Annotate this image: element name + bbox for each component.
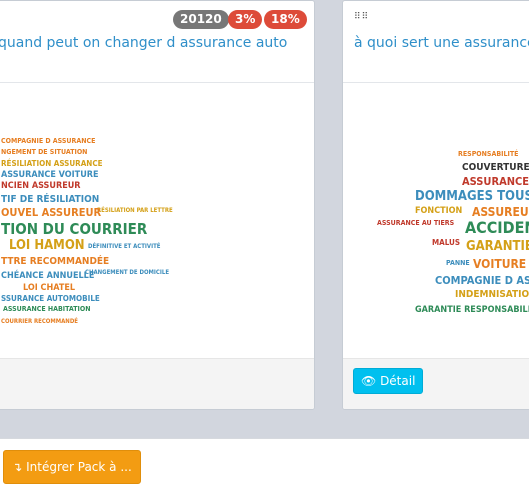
cloud-word: OUVEL ASSUREUR bbox=[1, 206, 102, 219]
cloud-word: FONCTION bbox=[415, 206, 463, 216]
keyword-card-a-quoi-sert: ⠿⠿ à quoi sert une assurance RESPONSABIL… bbox=[342, 0, 529, 410]
arrow-down-icon: ↴ bbox=[12, 460, 23, 474]
cloud-word: GARANTIE RESPONSABILIT bbox=[415, 305, 529, 315]
card-footer: 👁 Détail bbox=[343, 358, 529, 409]
search-volume-badge: 20120 bbox=[173, 10, 229, 29]
card-title[interactable]: à quoi sert une assurance bbox=[354, 35, 529, 51]
cloud-word: CHANGEMENT DE DOMICILE bbox=[85, 269, 170, 276]
cloud-word: NCIEN ASSUREUR bbox=[1, 181, 81, 191]
keyword-card-quand-peut-on-changer: 20120 3% 18% quand peut on changer d ass… bbox=[0, 0, 315, 410]
word-cloud: COMPAGNIE D ASSURANCE NGEMENT DE SITUATI… bbox=[0, 136, 314, 336]
cloud-word: CHÉANCE ANNUELLE bbox=[1, 271, 95, 281]
cloud-word: ASSURANCE AU TIERS bbox=[377, 219, 455, 227]
cloud-word: LOI CHATEL bbox=[23, 283, 76, 293]
cloud-word: ASSURANCE VOITURE bbox=[1, 170, 99, 180]
cloud-word: COMPAGNIE D AS bbox=[435, 274, 529, 287]
cloud-word: ACCIDEN bbox=[465, 218, 529, 237]
detail-label: Détail bbox=[380, 374, 416, 388]
detail-button[interactable]: 👁 Détail bbox=[353, 368, 424, 394]
card-footer bbox=[0, 358, 314, 409]
percent-badge-1: 3% bbox=[228, 10, 263, 29]
cloud-word: RESPONSABILITÉ bbox=[458, 150, 519, 158]
cloud-word: VOITURE bbox=[473, 257, 527, 271]
cloud-word: ASSUREUR bbox=[472, 205, 529, 219]
cloud-word: COMPAGNIE D ASSURANCE bbox=[1, 137, 96, 145]
card-header: 20120 3% 18% quand peut on changer d ass… bbox=[0, 1, 314, 83]
cloud-word: MALUS bbox=[432, 238, 461, 247]
cloud-word: TION DU COURRIER bbox=[1, 220, 148, 238]
cloud-word: PANNE bbox=[446, 259, 470, 267]
integrate-pack-button[interactable]: ↴ Intégrer Pack à ... bbox=[3, 450, 141, 484]
eye-icon: 👁 bbox=[361, 374, 377, 388]
cloud-word: ASSURANCE HABITATION bbox=[3, 305, 91, 313]
cloud-word: NGEMENT DE SITUATION bbox=[1, 148, 88, 156]
cloud-word: LOI HAMON bbox=[9, 238, 85, 253]
cloud-word: TTRE RECOMMANDÉE bbox=[1, 256, 110, 267]
cloud-word: COURRIER RECOMMANDÉ bbox=[1, 318, 78, 325]
integrate-pack-label: Intégrer Pack à ... bbox=[26, 460, 132, 474]
cloud-word: COUVERTURE bbox=[462, 162, 529, 173]
cloud-word: ASSURANCES bbox=[462, 175, 529, 188]
cloud-word: RÉSILIATION PAR LETTRE bbox=[97, 207, 173, 214]
cloud-word: DOMMAGES TOUS AC bbox=[415, 189, 529, 204]
cloud-word: RÉSILIATION ASSURANCE bbox=[1, 159, 103, 168]
card-title[interactable]: quand peut on changer d assurance auto bbox=[0, 35, 287, 51]
cloud-word: DÉFINITIVE ET ACTIVITÉ bbox=[88, 243, 161, 250]
cloud-word: TIF DE RÉSILIATION bbox=[1, 194, 100, 205]
card-header: ⠿⠿ à quoi sert une assurance bbox=[343, 1, 529, 83]
drag-handle-icon[interactable]: ⠿⠿ bbox=[354, 13, 372, 26]
cloud-word: GARANTIE bbox=[466, 239, 529, 254]
cloud-word: SSURANCE AUTOMOBILE bbox=[1, 294, 100, 303]
word-cloud: RESPONSABILITÉ COUVERTURE ASSURANCES DOM… bbox=[343, 149, 529, 329]
percent-badge-2: 18% bbox=[264, 10, 307, 29]
cloud-word: INDEMNISATIO bbox=[455, 289, 529, 300]
